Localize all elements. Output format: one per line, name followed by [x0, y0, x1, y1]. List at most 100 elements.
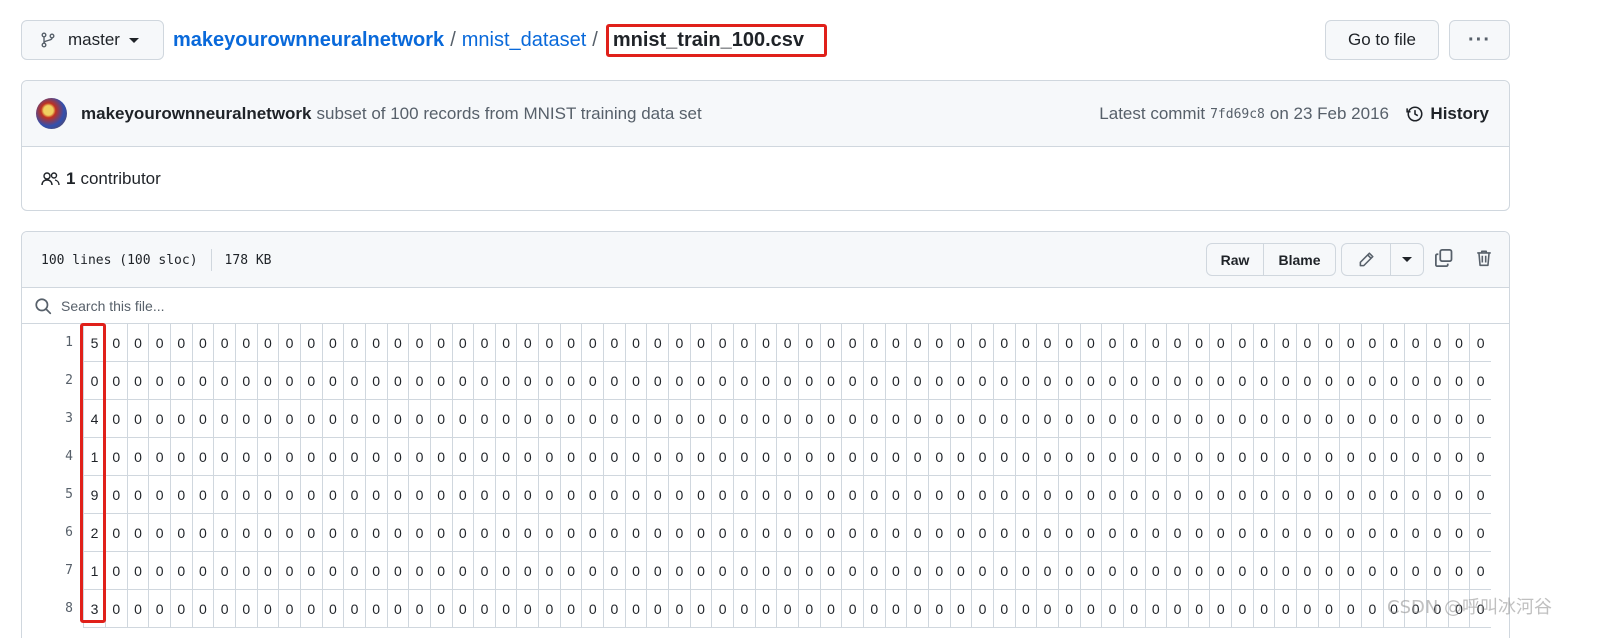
pixel-cell: 0	[1079, 324, 1102, 362]
commit-author-link[interactable]: makeyourownneuralnetwork	[81, 104, 312, 124]
pixel-cell: 0	[234, 400, 257, 438]
search-icon	[35, 297, 52, 314]
pixel-cell: 0	[798, 438, 820, 476]
pixel-cell: 0	[776, 438, 798, 476]
line-number[interactable]: 3	[22, 400, 78, 438]
pixel-cell: 0	[451, 514, 474, 552]
pixel-cell: 0	[884, 552, 907, 590]
pixel-cell: 0	[1209, 438, 1232, 476]
pixel-cell: 0	[538, 324, 560, 362]
blame-button[interactable]: Blame	[1264, 244, 1335, 275]
more-options-button[interactable]: ···	[1449, 20, 1510, 60]
pixel-cell: 0	[234, 552, 257, 590]
pixel-cell: 0	[754, 514, 777, 552]
pixel-cell: 0	[1144, 400, 1167, 438]
pixel-cell: 0	[516, 476, 539, 514]
table-row: 1500000000000000000000000000000000000000…	[22, 324, 1509, 362]
pixel-cell: 0	[148, 438, 170, 476]
line-number[interactable]: 5	[22, 476, 78, 514]
pixel-cell: 0	[278, 438, 300, 476]
pixel-cell: 0	[494, 438, 517, 476]
pixel-cell: 0	[473, 552, 495, 590]
search-input[interactable]	[61, 297, 461, 314]
pixel-cell: 0	[213, 514, 235, 552]
pixel-cell: 0	[1296, 552, 1318, 590]
pixel-cell: 0	[776, 590, 798, 628]
pixel-cell: 0	[473, 362, 495, 400]
history-icon	[1406, 106, 1423, 122]
pixel-cell: 0	[668, 590, 690, 628]
pixel-cell: 0	[689, 590, 712, 628]
pixel-cell: 0	[451, 476, 474, 514]
pixel-cell: 0	[169, 362, 192, 400]
edit-dropdown-button[interactable]	[1391, 244, 1423, 275]
raw-button[interactable]: Raw	[1207, 244, 1264, 275]
row-cells: 3000000000000000000000000000000000000000…	[83, 590, 1491, 628]
line-number[interactable]: 7	[22, 552, 78, 590]
history-label: History	[1430, 104, 1489, 123]
pixel-cell: 0	[906, 514, 928, 552]
pixel-cell: 0	[1079, 400, 1102, 438]
pixel-cell: 0	[992, 438, 1015, 476]
pixel-cell: 0	[1426, 324, 1448, 362]
pixel-cell: 0	[473, 590, 495, 628]
pixel-cell: 0	[1209, 590, 1232, 628]
pixel-cell: 0	[1296, 324, 1318, 362]
pencil-icon	[1359, 251, 1374, 266]
line-number[interactable]: 8	[22, 590, 78, 628]
pixel-cell: 0	[862, 362, 885, 400]
pixel-cell: 0	[1122, 400, 1145, 438]
pixel-cell: 0	[819, 324, 842, 362]
commit-message-link[interactable]: subset of 100 records from MNIST trainin…	[317, 104, 702, 124]
history-link[interactable]: History	[1406, 81, 1489, 147]
edit-button[interactable]	[1342, 244, 1391, 275]
contributor-count: 1	[66, 169, 76, 188]
pixel-cell: 0	[494, 324, 517, 362]
line-number[interactable]: 1	[22, 324, 78, 362]
pixel-cell: 0	[1252, 514, 1275, 552]
pixel-cell: 0	[1252, 590, 1275, 628]
pixel-cell: 0	[256, 590, 279, 628]
pixel-cell: 0	[1404, 514, 1427, 552]
pixel-cell: 0	[473, 324, 495, 362]
pixel-cell: 0	[733, 362, 755, 400]
pixel-cell: 0	[1296, 438, 1318, 476]
delete-button[interactable]	[1472, 246, 1496, 270]
avatar[interactable]	[36, 98, 67, 129]
pixel-cell: 0	[321, 362, 344, 400]
pixel-cell: 0	[603, 438, 625, 476]
pixel-cell: 0	[1122, 590, 1145, 628]
line-number[interactable]: 4	[22, 438, 78, 476]
contributors-row[interactable]: 1 contributor	[22, 147, 1509, 211]
pixel-cell: 0	[603, 324, 625, 362]
pixel-cell: 0	[927, 476, 950, 514]
copy-button[interactable]	[1432, 246, 1456, 270]
breadcrumb-dir-link[interactable]: mnist_dataset	[462, 29, 587, 52]
pixel-cell: 0	[234, 438, 257, 476]
pixel-cell: 0	[256, 362, 279, 400]
pixel-cell: 0	[213, 400, 235, 438]
pixel-cell: 0	[1231, 476, 1253, 514]
pixel-cell: 0	[321, 438, 344, 476]
pixel-cell: 0	[1361, 400, 1383, 438]
pixel-cell: 0	[321, 552, 344, 590]
pixel-cell: 0	[126, 590, 149, 628]
pixel-cell: 0	[1469, 400, 1491, 438]
pixel-cell: 0	[992, 324, 1015, 362]
commit-sha-link[interactable]: 7fd69c8	[1210, 107, 1265, 122]
pixel-cell: 0	[949, 400, 972, 438]
pixel-cell: 0	[1166, 362, 1188, 400]
pixel-cell: 0	[1404, 552, 1427, 590]
pixel-cell: 0	[191, 514, 214, 552]
line-number[interactable]: 6	[22, 514, 78, 552]
breadcrumb-repo-link[interactable]: makeyourownneuralnetwork	[173, 29, 444, 52]
pixel-cell: 0	[1469, 362, 1491, 400]
line-number[interactable]: 2	[22, 362, 78, 400]
go-to-file-button[interactable]: Go to file	[1325, 20, 1439, 60]
branch-selector[interactable]: master	[21, 20, 164, 60]
pixel-cell: 0	[1144, 324, 1167, 362]
pixel-cell: 0	[538, 400, 560, 438]
pixel-cell: 0	[1382, 438, 1405, 476]
pixel-cell: 0	[906, 362, 928, 400]
pixel-cell: 0	[971, 324, 993, 362]
